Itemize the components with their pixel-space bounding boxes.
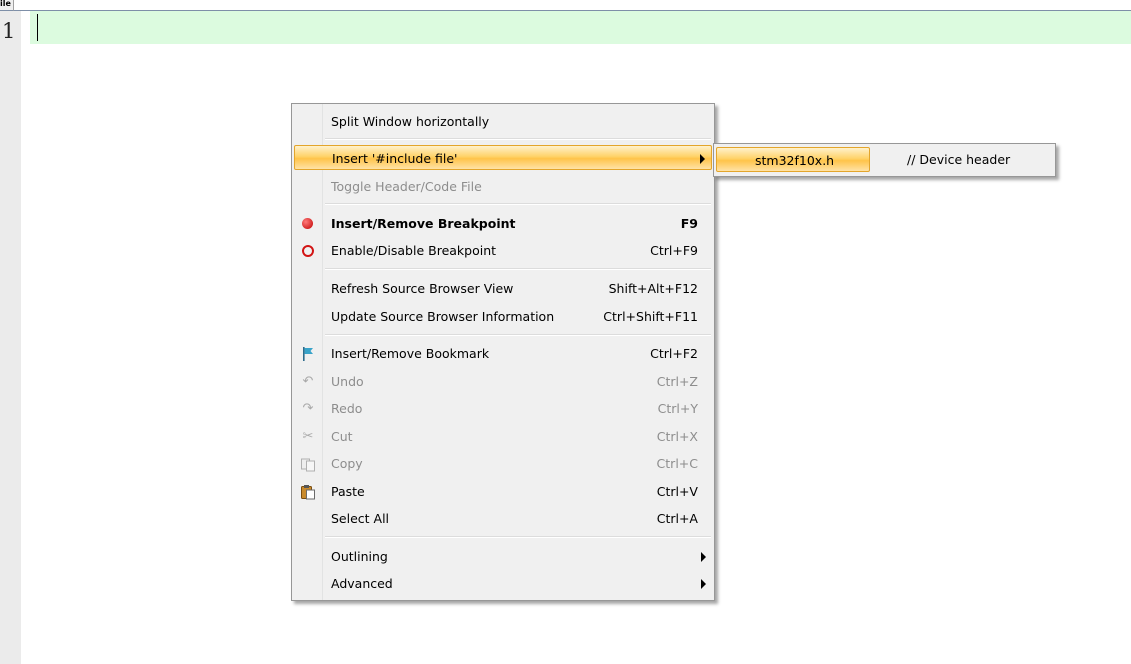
menu-item-refresh-source-browser[interactable]: Refresh Source Browser View Shift+Alt+F1… bbox=[294, 276, 712, 301]
menu-item-shortcut: F9 bbox=[680, 216, 698, 231]
menu-item-label: Cut bbox=[331, 429, 353, 444]
menu-item-insert-include[interactable]: Insert '#include file' bbox=[294, 145, 712, 170]
menu-item-label: Enable/Disable Breakpoint bbox=[331, 243, 497, 258]
menu-item-label: Paste bbox=[331, 484, 365, 499]
menu-item-label: Advanced bbox=[331, 576, 393, 591]
menu-item-shortcut: Ctrl+C bbox=[656, 456, 698, 471]
menu-item-shortcut: Ctrl+X bbox=[656, 429, 698, 444]
menu-item-enable-disable-breakpoint[interactable]: Enable/Disable Breakpoint Ctrl+F9 bbox=[294, 238, 712, 263]
file-tab[interactable]: ile bbox=[0, 0, 14, 11]
file-tab-label: ile bbox=[0, 0, 11, 8]
include-file-submenu: stm32f10x.h // Device header bbox=[713, 143, 1056, 177]
menu-item-shortcut: Shift+Alt+F12 bbox=[608, 281, 698, 296]
menu-item-redo[interactable]: ↷ Redo Ctrl+Y bbox=[294, 396, 712, 421]
breakpoint-outline-icon bbox=[300, 243, 316, 259]
menu-item-shortcut: Ctrl+Y bbox=[657, 401, 698, 416]
menu-item-undo[interactable]: ↶ Undo Ctrl+Z bbox=[294, 369, 712, 394]
menu-item-paste[interactable]: Paste Ctrl+V bbox=[294, 479, 712, 504]
menu-item-label: Select All bbox=[331, 511, 390, 526]
menu-item-insert-remove-breakpoint[interactable]: Insert/Remove Breakpoint F9 bbox=[294, 211, 712, 236]
line-number-gutter: 1 bbox=[0, 11, 21, 664]
menu-item-shortcut: Ctrl+V bbox=[656, 484, 698, 499]
menu-item-shortcut: Ctrl+F2 bbox=[650, 346, 698, 361]
bookmark-flag-icon bbox=[300, 346, 316, 362]
menu-item-label: Redo bbox=[331, 401, 363, 416]
menu-separator bbox=[325, 203, 711, 205]
menu-item-toggle-header[interactable]: Toggle Header/Code File bbox=[294, 174, 712, 199]
menu-item-update-source-browser[interactable]: Update Source Browser Information Ctrl+S… bbox=[294, 304, 712, 329]
text-caret bbox=[37, 14, 38, 41]
breakpoint-icon bbox=[300, 216, 316, 232]
menu-item-cut[interactable]: ✂ Cut Ctrl+X bbox=[294, 424, 712, 449]
menu-item-label: Toggle Header/Code File bbox=[331, 179, 482, 194]
menu-item-label: Copy bbox=[331, 456, 363, 471]
menu-separator bbox=[325, 138, 711, 140]
menu-item-label: Split Window horizontally bbox=[331, 114, 490, 129]
include-file-comment: // Device header bbox=[907, 152, 1011, 167]
menu-item-shortcut: Ctrl+Shift+F11 bbox=[603, 309, 698, 324]
menu-item-label: Undo bbox=[331, 374, 364, 389]
menu-item-label: Update Source Browser Information bbox=[331, 309, 555, 324]
menu-item-label: Outlining bbox=[331, 549, 388, 564]
menu-item-copy[interactable]: Copy Ctrl+C bbox=[294, 451, 712, 476]
tab-strip: ile bbox=[0, 0, 1131, 11]
menu-item-shortcut: Ctrl+Z bbox=[656, 374, 698, 389]
menu-item-split-window[interactable]: Split Window horizontally bbox=[294, 109, 712, 134]
include-file-name: stm32f10x.h bbox=[755, 153, 835, 168]
submenu-arrow-icon bbox=[701, 579, 706, 589]
menu-item-outlining[interactable]: Outlining bbox=[294, 544, 712, 569]
scissors-icon: ✂ bbox=[302, 429, 314, 444]
submenu-item-include-file[interactable]: stm32f10x.h bbox=[716, 147, 870, 172]
paste-clipboard-icon bbox=[300, 484, 316, 500]
menu-item-label: Refresh Source Browser View bbox=[331, 281, 514, 296]
submenu-arrow-icon bbox=[701, 552, 706, 562]
submenu-arrow-icon bbox=[700, 154, 705, 164]
redo-icon: ↷ bbox=[302, 401, 314, 416]
undo-icon: ↶ bbox=[302, 374, 314, 389]
menu-separator bbox=[325, 334, 711, 336]
menu-item-shortcut: Ctrl+A bbox=[656, 511, 698, 526]
menu-item-advanced[interactable]: Advanced bbox=[294, 571, 712, 596]
editor-context-menu: Split Window horizontally Insert '#inclu… bbox=[291, 103, 715, 601]
menu-item-label: Insert/Remove Breakpoint bbox=[331, 216, 516, 231]
menu-item-shortcut: Ctrl+F9 bbox=[650, 243, 698, 258]
menu-item-label: Insert/Remove Bookmark bbox=[331, 346, 490, 361]
menu-item-label: Insert '#include file' bbox=[332, 151, 458, 166]
menu-separator bbox=[325, 536, 711, 538]
current-line-highlight[interactable] bbox=[30, 11, 1131, 44]
line-number: 1 bbox=[2, 19, 16, 43]
menu-separator bbox=[325, 268, 711, 270]
menu-item-select-all[interactable]: Select All Ctrl+A bbox=[294, 506, 712, 531]
copy-icon bbox=[300, 456, 316, 472]
menu-item-bookmark[interactable]: Insert/Remove Bookmark Ctrl+F2 bbox=[294, 341, 712, 366]
